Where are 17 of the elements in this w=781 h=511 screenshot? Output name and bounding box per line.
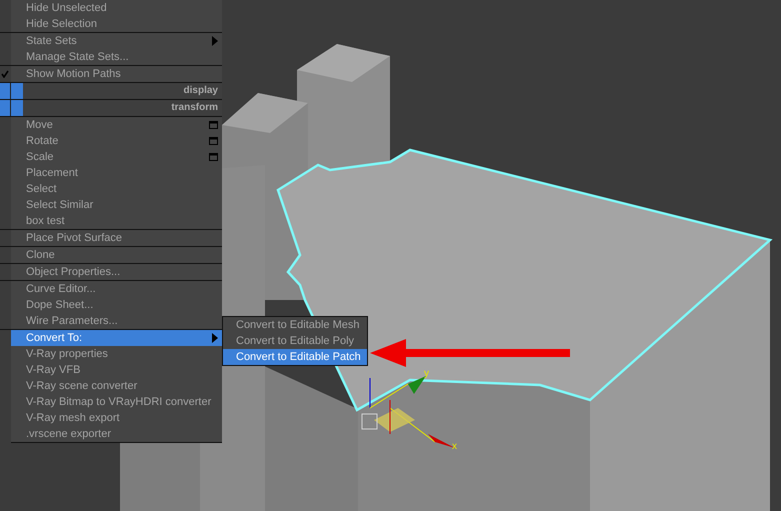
menu-item[interactable]: Show Motion Paths [0,66,222,82]
check-icon [1,70,9,78]
quad-color-block [0,83,11,99]
submenu-item[interactable]: Convert to Editable Mesh [223,317,367,333]
quad-color-block [0,100,11,116]
submenu-item[interactable]: Convert to Editable Patch [223,349,367,365]
submenu-arrow-icon [212,333,218,343]
window-icon [209,137,218,145]
axis-label: y [424,369,429,379]
window-icon [209,121,218,129]
arrow-icon [370,339,572,367]
axis-label: x [452,442,457,452]
submenu-arrow-icon [212,36,218,46]
submenu-item[interactable]: Convert to Editable Poly [223,333,367,349]
quad-color-block [11,83,23,99]
window-icon [209,153,218,161]
quad-color-block [11,100,23,116]
